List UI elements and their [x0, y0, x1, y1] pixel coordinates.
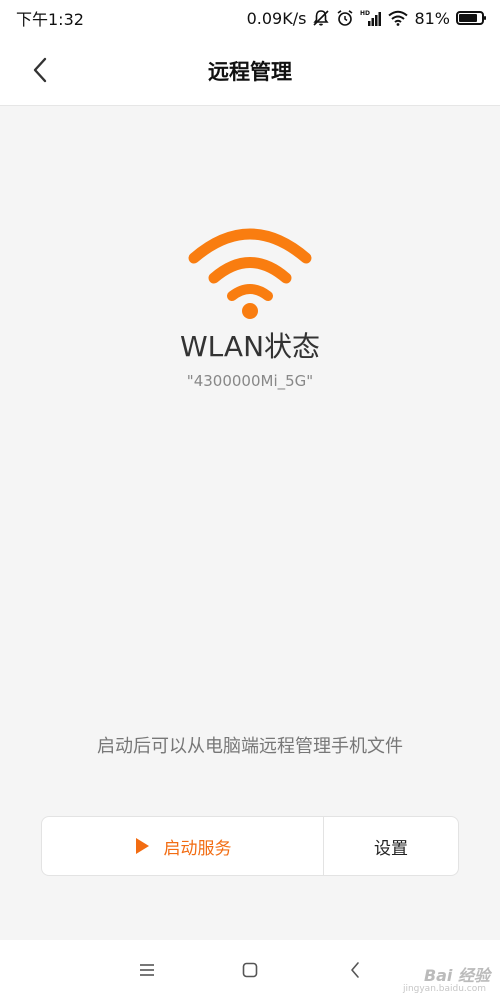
network-speed: 0.09K/s [246, 8, 307, 28]
watermark-url: jingyan.baidu.com [402, 984, 486, 994]
wlan-status-title: WLAN状态 [179, 330, 321, 363]
watermark: Bai 经验 [423, 966, 490, 985]
nav-home-button[interactable] [220, 940, 280, 1000]
svg-text:HD: HD [360, 10, 370, 17]
start-service-button[interactable]: 启动服务 [42, 817, 324, 875]
back-icon [351, 962, 359, 978]
settings-button[interactable]: 设置 [324, 817, 458, 875]
action-panel: 启动服务 设置 [41, 816, 459, 876]
page-title: 远程管理 [208, 60, 292, 84]
status-icons: 0.09K/s HD 81% [246, 8, 486, 28]
battery-fill [459, 14, 477, 22]
nav-menu-button[interactable] [117, 940, 177, 1000]
menu-icon [140, 964, 154, 976]
status-bar: 下午1:32 0.09K/s HD 81% [0, 0, 500, 36]
settings-label: 设置 [374, 838, 408, 859]
play-icon [135, 838, 149, 854]
nav-back-button[interactable] [325, 940, 385, 1000]
home-icon [242, 962, 258, 978]
back-chevron-icon [33, 57, 47, 83]
status-time: 下午1:32 [16, 10, 84, 29]
alarm-icon [336, 9, 354, 27]
mute-icon [312, 9, 330, 27]
wifi-signal-icon [188, 228, 312, 319]
wifi-ssid: "4300000Mi_5G" [186, 372, 314, 390]
wifi-status-icon [388, 10, 409, 26]
battery-icon [456, 11, 486, 25]
description-text: 启动后可以从电脑端远程管理手机文件 [97, 736, 403, 757]
back-button[interactable] [22, 52, 58, 88]
title-bar: 远程管理 [0, 36, 500, 106]
start-service-label: 启动服务 [163, 838, 232, 859]
hd-signal-icon: HD [360, 9, 382, 27]
battery-percent: 81% [414, 8, 450, 28]
